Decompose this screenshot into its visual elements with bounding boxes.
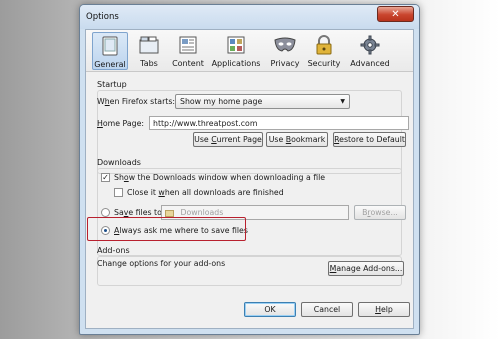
applications-icon xyxy=(225,34,247,56)
tabs-icon xyxy=(138,34,160,56)
when-starts-label: When Firefox starts: xyxy=(97,97,176,106)
use-bookmark-button[interactable]: Use Bookmark xyxy=(266,132,328,147)
tab-tabs[interactable]: Tabs xyxy=(134,32,164,70)
general-icon xyxy=(99,35,121,57)
ok-button[interactable]: OK xyxy=(244,302,296,317)
tab-label: Privacy xyxy=(270,59,300,68)
home-page-input[interactable]: http://www.threatpost.com xyxy=(149,116,409,130)
tab-label: General xyxy=(94,60,126,69)
startup-select-value: Show my home page xyxy=(180,97,263,106)
title-bar[interactable]: Options ✕ xyxy=(80,5,419,29)
startup-section-title: Startup xyxy=(97,80,127,89)
home-page-label: Home Page: xyxy=(97,119,145,128)
save-folder-value: Downloads xyxy=(180,208,224,217)
tab-applications[interactable]: Applications xyxy=(210,32,262,70)
folder-icon xyxy=(165,209,174,217)
options-toolbar: General Tabs Content Applications Privac… xyxy=(86,30,413,72)
advanced-gear-icon xyxy=(359,34,381,56)
use-current-page-button[interactable]: Use Current Page xyxy=(193,132,263,147)
downloads-section-title: Downloads xyxy=(97,158,141,167)
close-icon: ✕ xyxy=(391,8,400,20)
privacy-mask-icon xyxy=(274,34,296,56)
button-label: Cancel xyxy=(313,305,341,314)
button-label: Help xyxy=(375,305,393,314)
tab-label: Tabs xyxy=(140,59,158,68)
show-downloads-label[interactable]: Show the Downloads window when downloadi… xyxy=(114,173,325,182)
tab-label: Security xyxy=(307,59,341,68)
tab-security[interactable]: Security xyxy=(305,32,343,70)
close-when-done-checkbox[interactable] xyxy=(114,188,123,197)
tab-label: Applications xyxy=(211,59,261,68)
restore-default-button[interactable]: Restore to Default xyxy=(333,132,406,147)
close-button[interactable]: ✕ xyxy=(377,6,414,22)
security-lock-icon xyxy=(313,34,335,56)
button-label: Use Bookmark xyxy=(268,135,326,144)
button-label: Manage Add-ons... xyxy=(329,264,403,273)
dialog-client-area: General Tabs Content Applications Privac… xyxy=(85,29,414,329)
tab-label: Content xyxy=(172,59,204,68)
tab-privacy[interactable]: Privacy xyxy=(268,32,302,70)
button-label: Restore to Default xyxy=(334,135,405,144)
button-label: Use Current Page xyxy=(194,135,262,144)
save-files-label[interactable]: Save files to xyxy=(114,208,162,217)
browse-button[interactable]: Browse... xyxy=(354,205,406,220)
show-downloads-checkbox[interactable]: ✓ xyxy=(101,173,110,182)
tab-general[interactable]: General xyxy=(92,32,128,70)
help-button[interactable]: Help xyxy=(358,302,410,317)
addons-description: Change options for your add-ons xyxy=(97,259,226,268)
content-icon xyxy=(177,34,199,56)
startup-select[interactable]: Show my home page ▼ xyxy=(175,94,350,109)
highlight-annotation-box xyxy=(87,217,246,241)
button-label: Browse... xyxy=(362,208,398,217)
cancel-button[interactable]: Cancel xyxy=(301,302,353,317)
tab-advanced[interactable]: Advanced xyxy=(348,32,392,70)
tab-label: Advanced xyxy=(350,59,390,68)
tab-content[interactable]: Content xyxy=(170,32,206,70)
addons-section-title: Add-ons xyxy=(97,246,130,255)
close-when-done-label[interactable]: Close it when all downloads are finished xyxy=(127,188,284,197)
manage-addons-button[interactable]: Manage Add-ons... xyxy=(328,261,404,276)
chevron-down-icon: ▼ xyxy=(340,98,345,105)
save-files-radio[interactable] xyxy=(101,208,110,217)
button-label: OK xyxy=(264,305,276,314)
window-title: Options xyxy=(86,12,119,22)
checkmark-icon: ✓ xyxy=(102,173,109,182)
options-dialog: Options ✕ General Tabs Content Applicati… xyxy=(79,4,420,335)
